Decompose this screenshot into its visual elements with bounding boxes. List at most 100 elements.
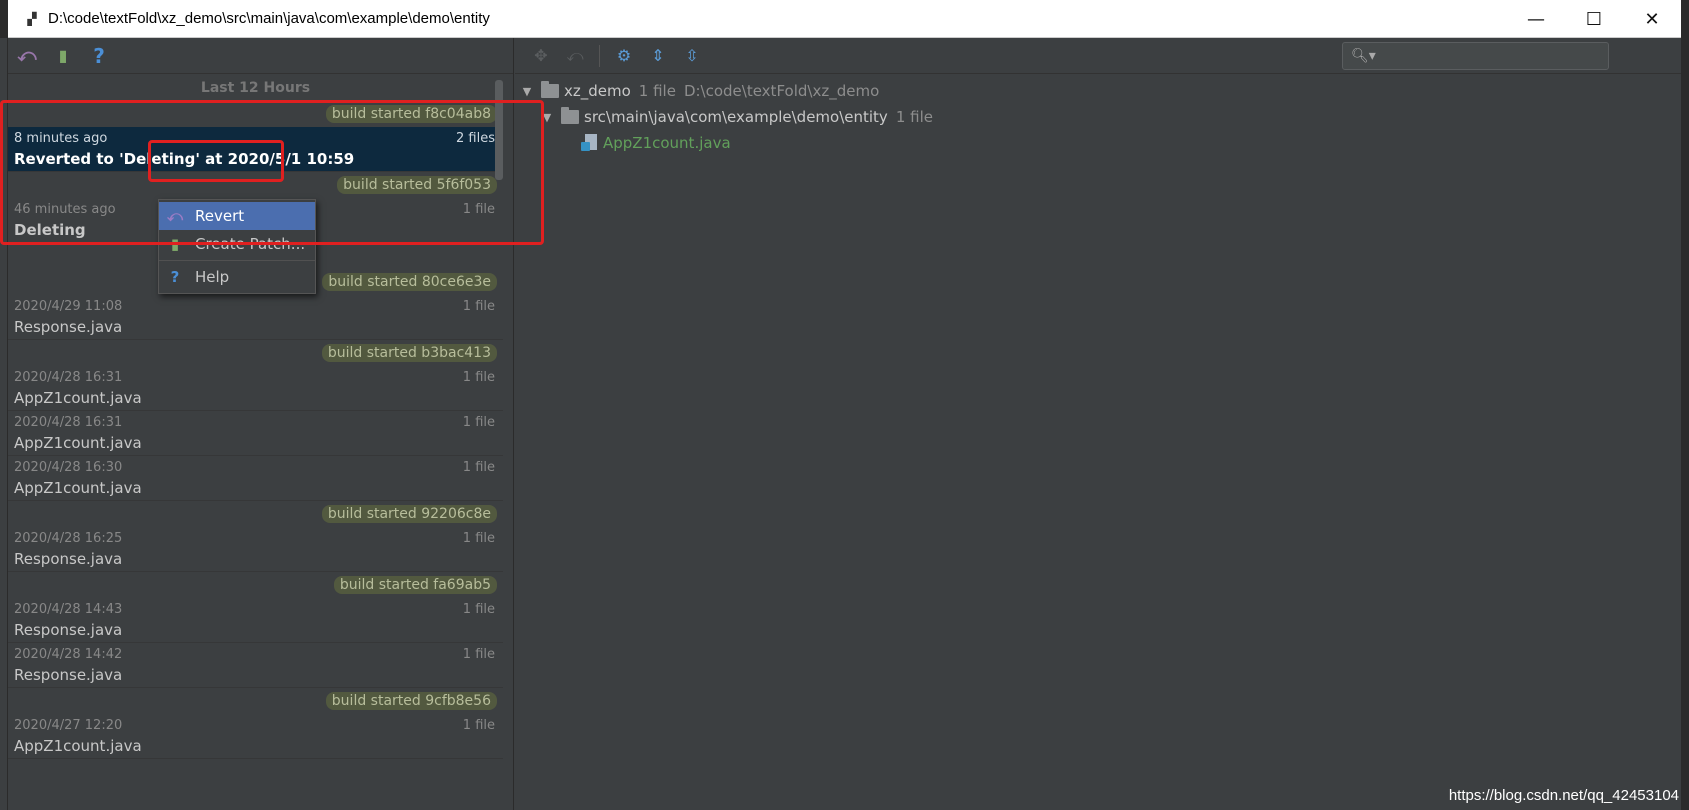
build-label-row: build started 9cfb8e56 [8, 688, 503, 714]
revision-row[interactable]: 2020/4/28 16:31 1 file AppZ1count.java [8, 366, 503, 411]
menu-item-revert[interactable]: ⤺ Revert [159, 202, 315, 230]
build-label-row: build started fa69ab5 [8, 572, 503, 598]
build-label: build started b3bac413 [321, 344, 497, 362]
toolbar-separator [599, 44, 600, 67]
changes-tree: ▼ xz_demo 1 file D:\code\textFold\xz_dem… [515, 74, 1681, 156]
revision-file-count: 1 file [462, 718, 495, 733]
history-toolbar: ⤺ ▮ ? [8, 38, 513, 74]
package-name: src\main\java\com\example\demo\entity [584, 108, 888, 126]
menu-separator [159, 260, 315, 261]
revision-name: Response.java [14, 318, 123, 336]
revision-name: Response.java [14, 621, 123, 639]
revision-row[interactable]: 8 minutes ago 2 files Reverted to 'Deletin… [8, 127, 503, 172]
background-ide-edge [0, 38, 8, 810]
revision-file-count: 1 file [462, 415, 495, 430]
app-icon: ▞ [27, 11, 37, 26]
maximize-button[interactable]: ☐ [1565, 0, 1623, 38]
local-history-window: ⤺ ▮ ? Last 12 Hours build started f8c04a… [0, 38, 1681, 810]
revision-time: 8 minutes ago [14, 131, 108, 146]
revert-disabled-icon[interactable]: ⤺ [565, 46, 585, 66]
revision-time: 2020/4/28 16:31 [14, 370, 123, 385]
build-label: build started 9cfb8e56 [325, 692, 497, 710]
expand-arrow-icon[interactable]: ▼ [519, 85, 535, 98]
window-title-bar: ▞ D:\code\textFold\xz_demo\src\main\java… [8, 0, 1681, 38]
build-label-row: build started b3bac413 [8, 340, 503, 366]
revision-name: AppZ1count.java [14, 479, 142, 497]
revision-name: Reverted to 'Deleting' at 2020/5/1 10:59 [14, 150, 355, 168]
root-file-count: 1 file [638, 82, 676, 100]
search-field[interactable]: 🔍︎▾ [1342, 42, 1609, 70]
menu-item-create-patch[interactable]: ▮ Create Patch... [159, 230, 315, 258]
build-label-row: build started 5f6f053 [8, 172, 503, 198]
menu-item-label: Revert [195, 207, 245, 225]
revision-row[interactable]: 2020/4/28 14:43 1 file Response.java [8, 598, 503, 643]
revision-name: AppZ1count.java [14, 737, 142, 755]
revision-time: 2020/4/28 14:42 [14, 647, 123, 662]
patch-icon: ▮ [170, 235, 180, 253]
help-icon[interactable]: ? [88, 44, 110, 68]
expand-all-icon[interactable]: ⇕ [648, 46, 668, 66]
revision-name: Response.java [14, 550, 123, 568]
close-button[interactable]: ✕ [1623, 0, 1681, 38]
revision-row[interactable]: 2020/4/27 12:20 1 file AppZ1count.java [8, 714, 503, 759]
search-icon: 🔍︎▾ [1351, 48, 1376, 64]
revision-time: 2020/4/27 12:20 [14, 718, 123, 733]
revision-time: 2020/4/28 16:31 [14, 415, 123, 430]
menu-item-label: Help [195, 268, 230, 286]
revision-row[interactable]: 2020/4/28 16:25 1 file Response.java [8, 527, 503, 572]
revision-row[interactable]: 2020/4/28 16:30 1 file AppZ1count.java [8, 456, 503, 501]
revision-file-count: 2 files [456, 131, 495, 146]
revision-time: 2020/4/28 16:25 [14, 531, 123, 546]
revision-file-count: 1 file [462, 202, 495, 217]
list-scrollbar[interactable] [495, 80, 503, 180]
tree-node-package[interactable]: ▼ src\main\java\com\example\demo\entity … [515, 104, 1681, 130]
build-label: build started 5f6f053 [337, 176, 497, 194]
search-input[interactable] [1381, 48, 1608, 64]
revision-time: 2020/4/29 11:08 [14, 299, 123, 314]
java-file-icon [581, 134, 597, 152]
gear-icon[interactable]: ⚙ [614, 46, 634, 66]
root-path: D:\code\textFold\xz_demo [683, 82, 880, 100]
tree-node-root[interactable]: ▼ xz_demo 1 file D:\code\textFold\xz_dem… [515, 78, 1681, 104]
collapse-all-icon[interactable]: ⇳ [682, 46, 702, 66]
revision-file-count: 1 file [462, 647, 495, 662]
revision-list: Last 12 Hours build started f8c04ab8 8 mi… [8, 75, 503, 810]
context-menu: ⤺ Revert ▮ Create Patch... ? Help [158, 199, 316, 294]
watermark: https://blog.csdn.net/qq_42453104 [1448, 787, 1679, 804]
build-label: build started f8c04ab8 [325, 105, 497, 123]
revision-row[interactable]: 2020/4/28 16:31 1 file AppZ1count.java [8, 411, 503, 456]
revision-file-count: 1 file [462, 531, 495, 546]
section-header-recent: Last 12 Hours [200, 80, 311, 96]
revision-file-count: 1 file [462, 370, 495, 385]
expand-arrow-icon[interactable]: ▼ [539, 111, 555, 124]
revision-time: 2020/4/28 16:30 [14, 460, 123, 475]
build-label-row: build started 92206c8e [8, 501, 503, 527]
file-name: AppZ1count.java [603, 134, 731, 152]
build-label-row: build started f8c04ab8 [8, 101, 503, 127]
build-label: build started fa69ab5 [333, 576, 497, 594]
changes-toolbar: ✥ ⤺ ⚙ ⇕ ⇳ 🔍︎▾ [515, 38, 1681, 74]
package-file-count: 1 file [895, 108, 933, 126]
revision-file-count: 1 file [462, 602, 495, 617]
build-label: build started 80ce6e3e [322, 273, 497, 291]
history-panel: ⤺ ▮ ? Last 12 Hours build started f8c04a… [8, 38, 514, 810]
revision-row[interactable]: 2020/4/29 11:08 1 file Response.java [8, 295, 503, 340]
folder-icon [561, 107, 579, 124]
revision-time: 2020/4/28 14:43 [14, 602, 123, 617]
menu-item-help[interactable]: ? Help [159, 263, 315, 291]
revision-file-count: 1 file [462, 460, 495, 475]
revision-row[interactable]: 2020/4/28 14:42 1 file Response.java [8, 643, 503, 688]
tree-node-file[interactable]: AppZ1count.java [515, 130, 1681, 156]
build-label: build started 92206c8e [321, 505, 497, 523]
undo-icon: ⤺ [167, 207, 184, 225]
window-title: D:\code\textFold\xz_demo\src\main\java\c… [48, 10, 490, 27]
changes-panel: ✥ ⤺ ⚙ ⇕ ⇳ 🔍︎▾ ▼ xz_demo 1 file D:\code\t… [515, 38, 1681, 810]
pin-icon[interactable]: ✥ [531, 46, 551, 66]
revision-name: Response.java [14, 666, 123, 684]
revision-name: AppZ1count.java [14, 389, 142, 407]
revision-file-count: 1 file [462, 299, 495, 314]
patch-icon[interactable]: ▮ [52, 45, 74, 67]
help-icon: ? [170, 268, 180, 286]
minimize-button[interactable]: — [1507, 0, 1565, 38]
undo-icon[interactable]: ⤺ [16, 45, 38, 67]
